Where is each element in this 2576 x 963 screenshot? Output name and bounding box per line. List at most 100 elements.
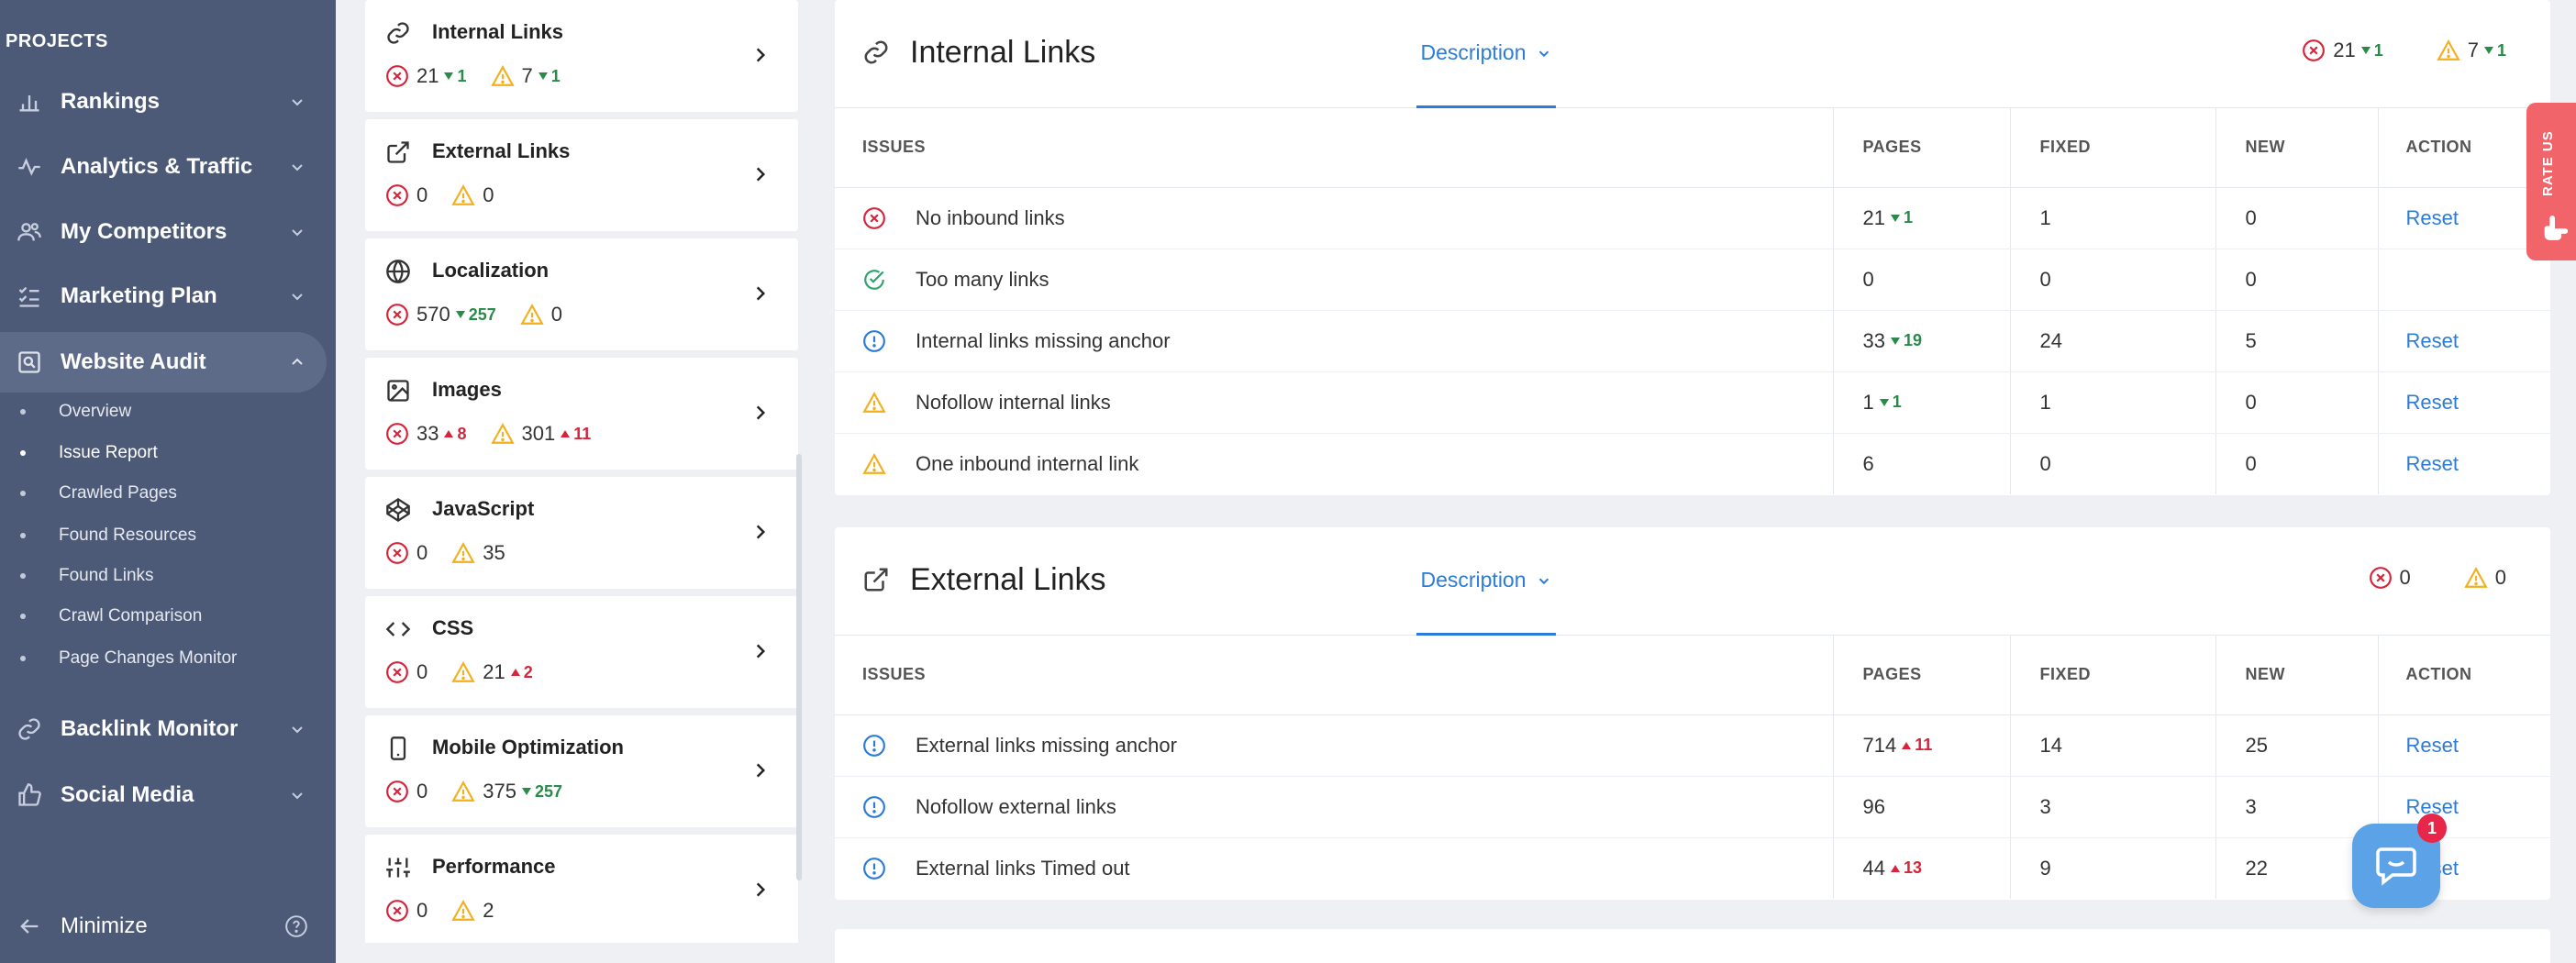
- warning-count: 35: [483, 541, 505, 564]
- sub-item-issue-report[interactable]: Issue Report: [20, 437, 158, 470]
- new-count: 3: [2215, 776, 2379, 838]
- issue-name: External links Timed out: [916, 856, 1130, 880]
- decrease-arrow-icon: [455, 311, 465, 318]
- sub-item-found-resources[interactable]: Found Resources: [20, 519, 196, 552]
- table-row[interactable]: Nofollow internal links 1 1 1 0 Reset: [835, 371, 2550, 434]
- delta-value: 1: [1892, 393, 1902, 411]
- table-row[interactable]: External links Timed out 44 13 9 22 Rese…: [835, 837, 2550, 899]
- codepen-icon: [386, 497, 410, 523]
- nav-rankings[interactable]: Rankings: [0, 72, 327, 132]
- nav-marketing-plan[interactable]: Marketing Plan: [0, 266, 327, 327]
- issues-panel-next: [835, 929, 2550, 963]
- reset-link[interactable]: Reset: [2406, 329, 2459, 352]
- pages-delta: 1: [1879, 393, 1902, 412]
- nav-label: Backlink Monitor: [61, 716, 239, 741]
- warning-icon: [451, 184, 475, 205]
- pages-delta: 11: [1902, 736, 1932, 755]
- error-icon: [863, 206, 885, 229]
- reset-link[interactable]: Reset: [2406, 452, 2459, 475]
- sliders-icon: [386, 858, 410, 878]
- column-header-pages: PAGES: [1833, 636, 2011, 715]
- link-icon: [18, 718, 40, 740]
- description-tab[interactable]: Description: [1416, 0, 1556, 108]
- decrease-arrow-icon: [444, 72, 454, 80]
- error-delta: 8: [444, 425, 467, 444]
- category-list: Internal Links 21 1 7 1 External Links 0…: [365, 0, 798, 943]
- category-card-external-links[interactable]: External Links 0 0: [365, 119, 798, 231]
- sub-item-overview[interactable]: Overview: [20, 395, 131, 428]
- pages-count: 96: [1862, 794, 1885, 818]
- error-count: 33: [416, 422, 439, 445]
- warning-delta: 257: [521, 782, 562, 802]
- sub-item-label: Found Links: [59, 566, 154, 585]
- fixed-count: 0: [2010, 433, 2216, 494]
- category-card-javascript[interactable]: JavaScript 0 35: [365, 477, 798, 589]
- bullet-icon: [20, 656, 26, 661]
- chevron-down-icon: [292, 229, 303, 237]
- reset-link[interactable]: Reset: [2406, 391, 2459, 414]
- bullet-icon: [20, 450, 26, 456]
- info-icon: [863, 857, 885, 880]
- nav-website-audit[interactable]: Website Audit: [0, 332, 327, 393]
- mobile-icon: [390, 736, 406, 760]
- chevron-down-icon: [1538, 577, 1549, 584]
- description-tab[interactable]: Description: [1416, 527, 1556, 636]
- error-count: 21: [416, 64, 439, 87]
- panel-stats: 21 1 7 1: [2302, 39, 2506, 62]
- pulse-icon: [18, 158, 40, 176]
- increase-arrow-icon: [561, 430, 571, 437]
- category-title: Localization: [432, 259, 550, 282]
- fixed-count: 3: [2010, 776, 2216, 838]
- bullet-icon: [20, 533, 26, 538]
- category-card-css[interactable]: CSS 0 21 2: [365, 596, 798, 708]
- nav-backlink-monitor[interactable]: Backlink Monitor: [0, 699, 327, 759]
- error-icon: [386, 542, 408, 564]
- sub-item-page-changes-monitor[interactable]: Page Changes Monitor: [20, 642, 237, 675]
- category-card-localization[interactable]: Localization 570 257 0: [365, 238, 798, 350]
- help-icon[interactable]: [284, 914, 308, 938]
- category-list-scrollbar[interactable]: [796, 454, 802, 880]
- error-delta: 1: [444, 67, 467, 86]
- description-label: Description: [1420, 40, 1527, 64]
- sub-item-found-links[interactable]: Found Links: [20, 559, 154, 592]
- new-count: 25: [2215, 714, 2379, 777]
- warning-count: 7: [2467, 39, 2479, 61]
- issue-name: Nofollow internal links: [916, 390, 1111, 414]
- table-row[interactable]: Internal links missing anchor 33 19 24 5…: [835, 310, 2550, 372]
- rate-us-button[interactable]: RATE US: [2526, 103, 2576, 260]
- category-card-mobile-optimization[interactable]: Mobile Optimization 0 375 257: [365, 715, 798, 827]
- error-delta: 1: [2360, 41, 2383, 61]
- sub-item-crawl-comparison[interactable]: Crawl Comparison: [20, 600, 202, 633]
- table-row[interactable]: No inbound links 21 1 1 0 Reset: [835, 187, 2550, 249]
- decrease-arrow-icon: [1879, 398, 1889, 406]
- table-row[interactable]: External links missing anchor 714 11 14 …: [835, 714, 2550, 777]
- category-title: Mobile Optimization: [432, 736, 624, 758]
- category-card-images[interactable]: Images 33 8 301 11: [365, 358, 798, 470]
- bar-chart-icon: [19, 95, 39, 112]
- reset-link[interactable]: Reset: [2406, 206, 2459, 229]
- sub-item-crawled-pages[interactable]: Crawled Pages: [20, 477, 177, 510]
- chevron-down-icon: [292, 792, 303, 800]
- category-card-performance[interactable]: Performance 0 2: [365, 835, 798, 943]
- warning-icon: [520, 304, 544, 325]
- table-row[interactable]: Too many links 0 0 0: [835, 249, 2550, 311]
- thumbs-up-icon: [18, 783, 41, 806]
- external-link-icon: [864, 568, 888, 592]
- category-stats: 0 2: [385, 899, 494, 923]
- column-header-new: NEW: [2215, 108, 2379, 188]
- table-row[interactable]: Nofollow external links 96 3 3 Reset: [835, 776, 2550, 838]
- issues-panel-external-links: External Links Description 0 0 ISSUES PA…: [835, 527, 2550, 900]
- pages-delta: 1: [1890, 208, 1913, 227]
- category-card-internal-links[interactable]: Internal Links 21 1 7 1: [365, 0, 798, 112]
- error-count: 21: [2333, 39, 2356, 61]
- delta-value: 257: [468, 304, 496, 324]
- nav-social-media[interactable]: Social Media: [0, 765, 327, 825]
- nav-my-competitors[interactable]: My Competitors: [0, 202, 327, 262]
- minimize-button[interactable]: Minimize: [0, 890, 336, 963]
- nav-analytics-traffic[interactable]: Analytics & Traffic: [0, 137, 327, 197]
- error-count: 0: [2399, 566, 2411, 589]
- warning-icon: [451, 542, 475, 563]
- table-row[interactable]: One inbound internal link 6 0 0 Reset: [835, 433, 2550, 494]
- reset-link[interactable]: Reset: [2406, 734, 2459, 757]
- warning-icon: [490, 65, 515, 86]
